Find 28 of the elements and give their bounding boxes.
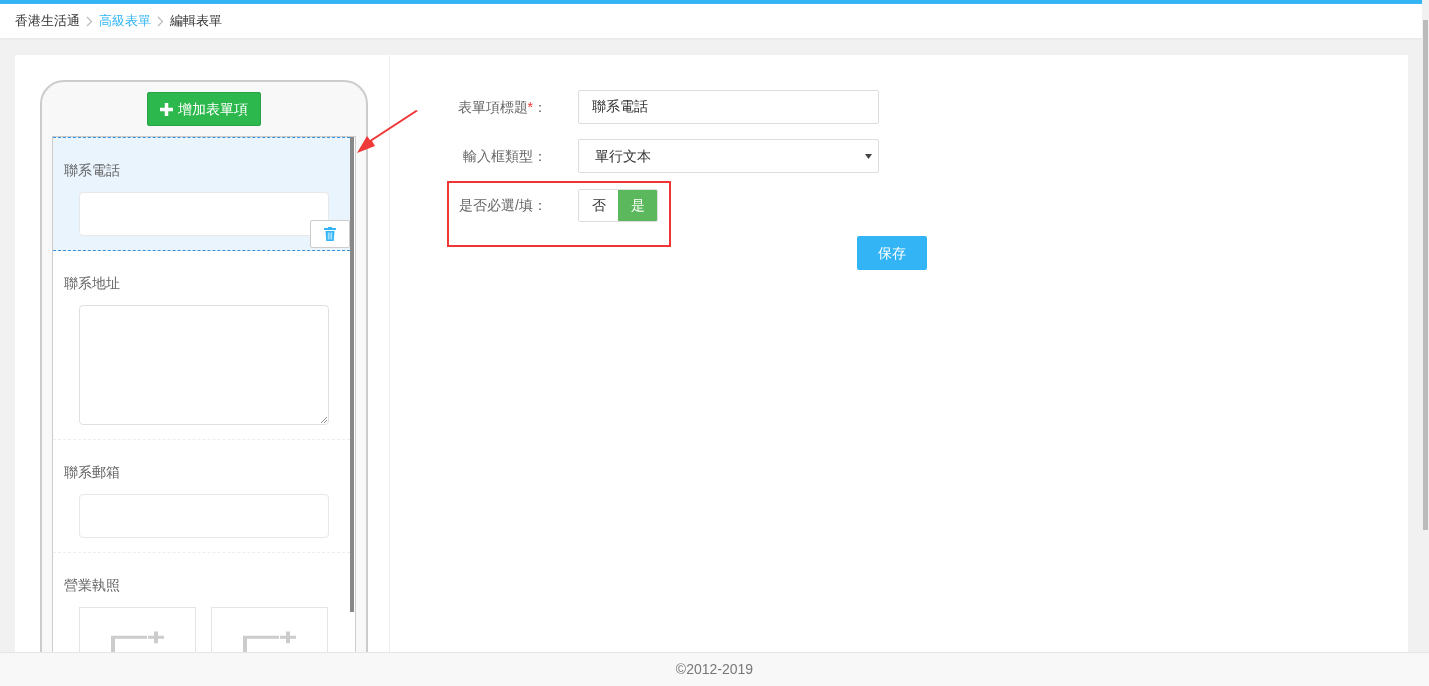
field-label: 輸入框類型： xyxy=(462,146,547,166)
chevron-icon xyxy=(157,15,164,27)
type-select[interactable]: 單行文本 xyxy=(578,139,879,173)
pointer-arrow xyxy=(356,110,420,154)
breadcrumb-current: 編輯表單 xyxy=(170,12,222,31)
item-label: 聯系郵箱 xyxy=(64,463,121,482)
item-label: 聯系電話 xyxy=(64,161,121,180)
breadcrumb-link[interactable]: 香港生活通 xyxy=(15,11,80,31)
field-label: 表單項標題*： xyxy=(457,97,547,117)
add-image-icon xyxy=(241,630,298,652)
form-item[interactable]: 聯系地址 xyxy=(53,251,350,440)
delete-button[interactable] xyxy=(310,220,350,248)
item-label: 營業執照 xyxy=(64,576,121,595)
form-item[interactable]: 聯系郵箱 xyxy=(53,440,350,553)
footer: ©2012-2019 xyxy=(0,652,1429,686)
chevron-icon xyxy=(86,15,93,27)
textarea-field[interactable] xyxy=(79,305,329,425)
item-label: 聯系地址 xyxy=(64,274,121,293)
trash-icon xyxy=(324,227,336,241)
add-image-icon xyxy=(109,630,166,652)
form-item[interactable]: 聯系電話 xyxy=(53,137,350,251)
title-input[interactable]: 聯系電話 xyxy=(578,90,879,124)
plus-icon xyxy=(160,102,173,116)
field-label: 是否必選/填： xyxy=(458,196,547,215)
dropdown-caret-icon xyxy=(865,153,872,159)
resize-grip-icon xyxy=(321,417,327,423)
input-field[interactable] xyxy=(79,192,329,236)
list-scrollbar[interactable] xyxy=(350,137,354,612)
